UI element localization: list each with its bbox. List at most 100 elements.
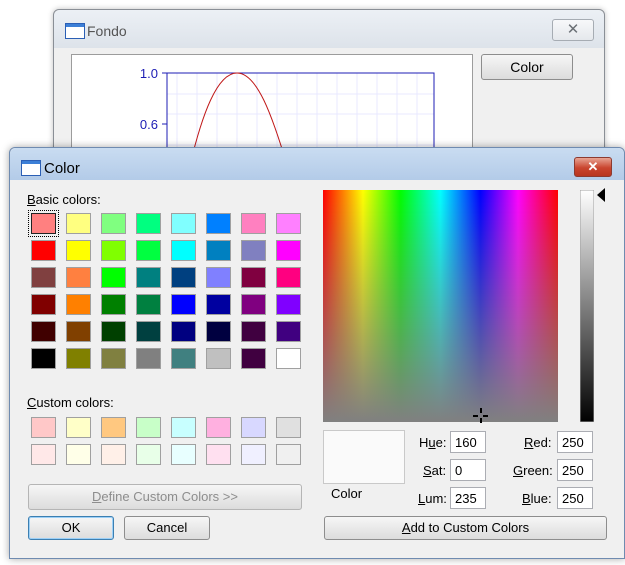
basic-colors-grid: [28, 210, 303, 369]
custom-color-swatch[interactable]: [136, 444, 161, 465]
basic-color-swatch[interactable]: [171, 267, 196, 288]
basic-color-swatch[interactable]: [31, 321, 56, 342]
basic-color-swatch[interactable]: [206, 321, 231, 342]
color-preview-label: Color: [331, 486, 363, 501]
basic-color-swatch[interactable]: [66, 348, 91, 369]
basic-color-swatch[interactable]: [66, 267, 91, 288]
basic-color-swatch[interactable]: [206, 348, 231, 369]
custom-color-swatch[interactable]: [171, 444, 196, 465]
custom-color-swatch[interactable]: [31, 444, 56, 465]
hue-input[interactable]: [450, 431, 486, 453]
basic-color-swatch[interactable]: [66, 240, 91, 261]
basic-color-swatch[interactable]: [31, 240, 56, 261]
window-icon: [21, 160, 41, 176]
custom-color-swatch[interactable]: [276, 444, 301, 465]
custom-color-swatch[interactable]: [101, 417, 126, 438]
basic-color-swatch[interactable]: [241, 240, 266, 261]
basic-color-swatch[interactable]: [66, 213, 91, 234]
red-input[interactable]: [557, 431, 593, 453]
hue-label-pre: H: [419, 435, 429, 450]
close-icon[interactable]: ✕: [552, 19, 594, 41]
luminance-bar[interactable]: [580, 190, 594, 422]
sat-input[interactable]: [450, 459, 486, 481]
background-titlebar: Fondo ✕: [54, 10, 604, 48]
basic-color-swatch[interactable]: [276, 321, 301, 342]
hue-label: Hue:: [419, 435, 446, 450]
y-tick-label: 0.6: [140, 117, 158, 132]
red-label-accel: R: [524, 435, 534, 450]
basic-color-swatch[interactable]: [276, 267, 301, 288]
basic-color-swatch[interactable]: [241, 321, 266, 342]
basic-color-swatch[interactable]: [101, 213, 126, 234]
basic-color-swatch[interactable]: [136, 240, 161, 261]
hue-label-accel: u: [428, 435, 436, 450]
basic-color-swatch[interactable]: [31, 348, 56, 369]
basic-color-swatch[interactable]: [241, 348, 266, 369]
custom-color-swatch[interactable]: [136, 417, 161, 438]
custom-color-swatch[interactable]: [171, 417, 196, 438]
basic-color-swatch[interactable]: [171, 240, 196, 261]
basic-color-swatch[interactable]: [206, 294, 231, 315]
basic-color-swatch[interactable]: [171, 348, 196, 369]
basic-color-swatch[interactable]: [136, 294, 161, 315]
basic-color-swatch[interactable]: [28, 210, 59, 237]
custom-color-swatch[interactable]: [241, 444, 266, 465]
color-button[interactable]: Color: [481, 54, 573, 80]
basic-color-swatch[interactable]: [276, 240, 301, 261]
define-custom-colors-button[interactable]: Define Custom Colors >>: [28, 484, 302, 510]
custom-colors-label-accel: C: [27, 395, 37, 410]
basic-color-swatch[interactable]: [241, 213, 266, 234]
custom-color-swatch[interactable]: [66, 444, 91, 465]
custom-color-swatch[interactable]: [31, 417, 56, 438]
add-custom-text: dd to Custom Colors: [410, 520, 530, 535]
basic-color-swatch[interactable]: [101, 321, 126, 342]
basic-color-swatch[interactable]: [171, 294, 196, 315]
dialog-titlebar: Color ✕: [10, 148, 624, 180]
color-spectrum[interactable]: [323, 190, 558, 422]
custom-color-swatch[interactable]: [101, 444, 126, 465]
color-dialog: Color ✕ Basic colors: Custom colors: Def…: [9, 147, 625, 559]
ok-button[interactable]: OK: [28, 516, 114, 540]
basic-color-swatch[interactable]: [66, 294, 91, 315]
add-to-custom-colors-button[interactable]: Add to Custom Colors: [324, 516, 607, 540]
basic-color-swatch[interactable]: [206, 267, 231, 288]
basic-color-swatch[interactable]: [241, 294, 266, 315]
basic-color-swatch[interactable]: [136, 348, 161, 369]
blue-label-post: lue:: [530, 491, 552, 506]
custom-color-swatch[interactable]: [206, 417, 231, 438]
basic-color-swatch[interactable]: [276, 294, 301, 315]
custom-color-swatch[interactable]: [241, 417, 266, 438]
lum-label: Lum:: [418, 491, 447, 506]
basic-color-swatch[interactable]: [101, 348, 126, 369]
close-icon[interactable]: ✕: [574, 157, 612, 177]
basic-color-swatch[interactable]: [136, 321, 161, 342]
basic-color-swatch[interactable]: [171, 213, 196, 234]
spectrum-crosshair[interactable]: [473, 408, 488, 423]
basic-color-swatch[interactable]: [101, 240, 126, 261]
custom-color-swatch[interactable]: [206, 444, 231, 465]
basic-color-swatch[interactable]: [241, 267, 266, 288]
basic-color-swatch[interactable]: [136, 213, 161, 234]
basic-color-swatch[interactable]: [206, 240, 231, 261]
basic-color-swatch[interactable]: [276, 213, 301, 234]
basic-color-swatch[interactable]: [101, 267, 126, 288]
blue-input[interactable]: [557, 487, 593, 509]
lum-input[interactable]: [450, 487, 486, 509]
green-label-accel: G: [513, 463, 524, 478]
basic-color-swatch[interactable]: [171, 321, 196, 342]
basic-colors-label-accel: B: [27, 192, 36, 207]
custom-color-swatch[interactable]: [276, 417, 301, 438]
basic-color-swatch[interactable]: [31, 267, 56, 288]
blue-label-accel: B: [522, 491, 531, 506]
basic-color-swatch[interactable]: [66, 321, 91, 342]
basic-color-swatch[interactable]: [136, 267, 161, 288]
custom-color-swatch[interactable]: [66, 417, 91, 438]
basic-color-swatch[interactable]: [101, 294, 126, 315]
basic-color-swatch[interactable]: [206, 213, 231, 234]
basic-color-swatch[interactable]: [276, 348, 301, 369]
cancel-button[interactable]: Cancel: [124, 516, 210, 540]
luminance-slider-arrow[interactable]: [597, 188, 605, 202]
basic-color-swatch[interactable]: [31, 294, 56, 315]
hue-label-post: e:: [435, 435, 447, 450]
green-input[interactable]: [557, 459, 593, 481]
